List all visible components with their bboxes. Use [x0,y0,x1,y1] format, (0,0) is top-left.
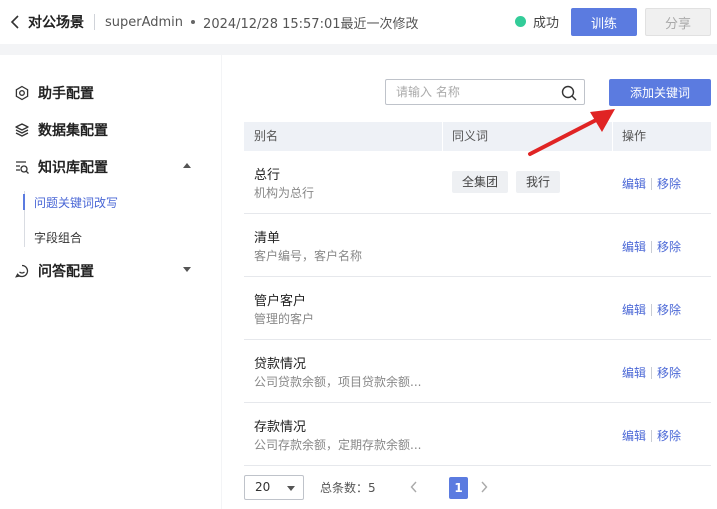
remove-link[interactable]: 移除 [657,364,681,381]
action-divider [651,366,653,379]
pagination: 20 总条数：5 1 [244,475,711,500]
alias-text: 总行 [254,168,281,183]
column-divider [442,122,443,151]
alias-description: 公司贷款余额，项目贷款余额... [254,375,422,389]
status-indicator: 成功 [515,12,559,31]
row-actions: 编辑 移除 [622,364,681,381]
remove-link[interactable]: 移除 [657,301,681,318]
keyword-table: 别名 同义词 操作 总行 机构为总行 全集团 我行 编辑 移除 清单 客户编号，… [244,122,711,466]
page-size-select[interactable]: 20 [244,475,304,500]
alias-text: 清单 [254,231,281,246]
table-header: 别名 同义词 操作 [244,122,711,151]
status-text: 成功 [533,16,560,31]
search-input[interactable] [386,80,556,104]
action-divider [651,303,653,316]
submenu-active-indicator [23,194,25,210]
total-value: 5 [368,481,376,495]
chevron-left-icon[interactable] [404,477,424,497]
total-label: 总条数： [320,481,369,495]
alias-text: 管户客户 [254,294,307,309]
row-actions: 编辑 移除 [622,175,681,192]
table-row: 总行 机构为总行 全集团 我行 编辑 移除 [244,151,711,214]
column-header-synonyms: 同义词 [452,129,489,143]
page-number-current[interactable]: 1 [449,477,468,499]
sidebar-item-dataset-config[interactable]: 数据集配置 [0,116,221,144]
edit-link[interactable]: 编辑 [622,364,646,381]
edit-link[interactable]: 编辑 [622,175,646,192]
alias-text: 贷款情况 [254,357,307,372]
table-row: 清单 客户编号，客户名称 编辑 移除 [244,214,711,277]
add-keyword-button[interactable]: 添加关键词 [609,79,711,106]
user-name: superAdmin [105,14,184,30]
total-count: 总条数：5 [320,479,376,496]
row-actions: 编辑 移除 [622,238,681,255]
action-divider [651,429,653,442]
caret-up-icon[interactable] [183,163,191,168]
edit-link[interactable]: 编辑 [622,301,646,318]
column-divider [612,122,613,151]
synonym-tags: 全集团 我行 [452,171,568,193]
alias-text: 存款情况 [254,420,307,435]
top-header: 对公场景 superAdmin 2024/12/28 15:57:01最近一次修… [0,0,717,44]
settings-hex-icon [14,85,30,101]
status-dot-icon [515,16,526,27]
search-box [385,79,585,105]
chevron-right-icon[interactable] [474,477,494,497]
last-modified-text: 2024/12/28 15:57:01最近一次修改 [203,16,419,32]
table-row: 管户客户 管理的客户 编辑 移除 [244,277,711,340]
action-divider [651,240,653,253]
row-actions: 编辑 移除 [622,427,681,444]
knowledge-search-icon [14,159,30,175]
search-icon[interactable] [560,84,578,102]
sidebar-item-qa-config[interactable]: 问答配置 [0,257,221,285]
synonym-tag: 全集团 [452,171,509,193]
train-button[interactable]: 训练 [571,8,637,36]
sidebar-item-label: 知识库配置 [38,160,108,176]
sidebar-item-label: 助手配置 [38,86,94,102]
row-actions: 编辑 移除 [622,301,681,318]
chat-bubble-icon [14,263,30,279]
share-button[interactable]: 分享 [645,8,711,36]
remove-link[interactable]: 移除 [657,238,681,255]
alias-description: 机构为总行 [254,186,315,200]
edit-link[interactable]: 编辑 [622,238,646,255]
table-row: 贷款情况 公司贷款余额，项目贷款余额... 编辑 移除 [244,340,711,403]
table-row: 存款情况 公司存款余额，定期存款余额... 编辑 移除 [244,403,711,466]
sidebar-subitem-keyword-rewrite[interactable]: 问题关键词改写 [34,192,118,212]
alias-description: 公司存款余额，定期存款余额... [254,438,422,452]
action-divider [651,177,653,190]
column-header-actions: 操作 [622,129,647,143]
alias-description: 客户编号，客户名称 [254,249,363,263]
synonym-tag: 我行 [516,171,561,193]
sidebar-item-knowledge-config[interactable]: 知识库配置 [0,153,221,181]
sidebar-item-label: 数据集配置 [38,123,108,139]
page-title: 对公场景 [28,15,84,31]
remove-link[interactable]: 移除 [657,175,681,192]
column-header-alias: 别名 [254,129,279,143]
chevron-left-icon[interactable] [4,11,26,33]
main-panel: 添加关键词 别名 同义词 操作 总行 机构为总行 全集团 我行 编辑 移除 清单… [222,55,717,509]
sidebar-item-assistant-config[interactable]: 助手配置 [0,79,221,107]
remove-link[interactable]: 移除 [657,427,681,444]
page-size-value: 20 [255,480,271,494]
header-divider [94,14,95,30]
alias-description: 管理的客户 [254,312,315,326]
layers-icon [14,122,30,138]
separator-dot [191,20,196,24]
sidebar: 助手配置 数据集配置 知识库配置 问题关键词改写 字段组合 问答配置 [0,55,221,509]
sidebar-item-label: 问答配置 [38,264,94,280]
chevron-down-icon [287,486,295,491]
caret-down-icon[interactable] [183,267,191,272]
edit-link[interactable]: 编辑 [622,427,646,444]
sidebar-subitem-field-combination[interactable]: 字段组合 [34,227,82,247]
